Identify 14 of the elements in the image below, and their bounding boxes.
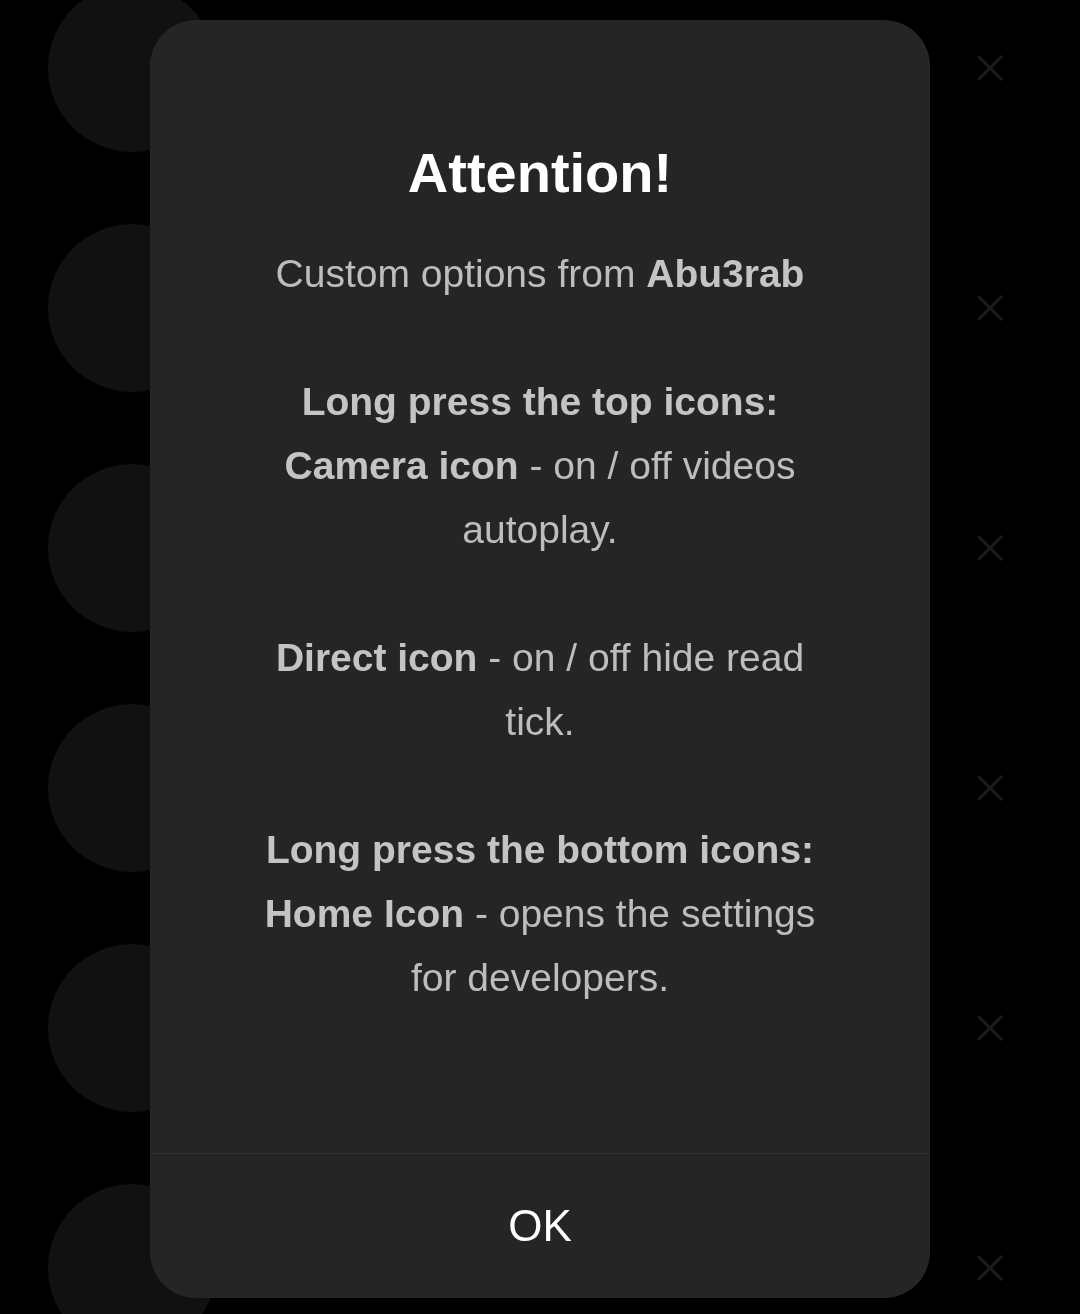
body-text: Direct icon - on / off hide read tick. — [274, 635, 806, 745]
close-icon[interactable] — [975, 1013, 1005, 1043]
heading-text: Long press the bottom icons: — [264, 827, 816, 873]
body-text: Custom options from Abu3rab — [274, 251, 806, 297]
close-icon[interactable] — [975, 1253, 1005, 1283]
dialog-title: Attention! — [406, 140, 674, 206]
close-icon[interactable] — [975, 53, 1005, 83]
close-icon[interactable] — [975, 773, 1005, 803]
close-icon[interactable] — [975, 293, 1005, 323]
heading-text: Long press the top icons: — [300, 379, 780, 425]
close-icon[interactable] — [975, 533, 1005, 563]
body-text: Home Icon - opens the settings for developers. — [263, 891, 817, 1001]
body-text: Camera icon - on / off videos autoplay. — [283, 443, 797, 553]
ok-button[interactable]: OK — [478, 1191, 602, 1261]
